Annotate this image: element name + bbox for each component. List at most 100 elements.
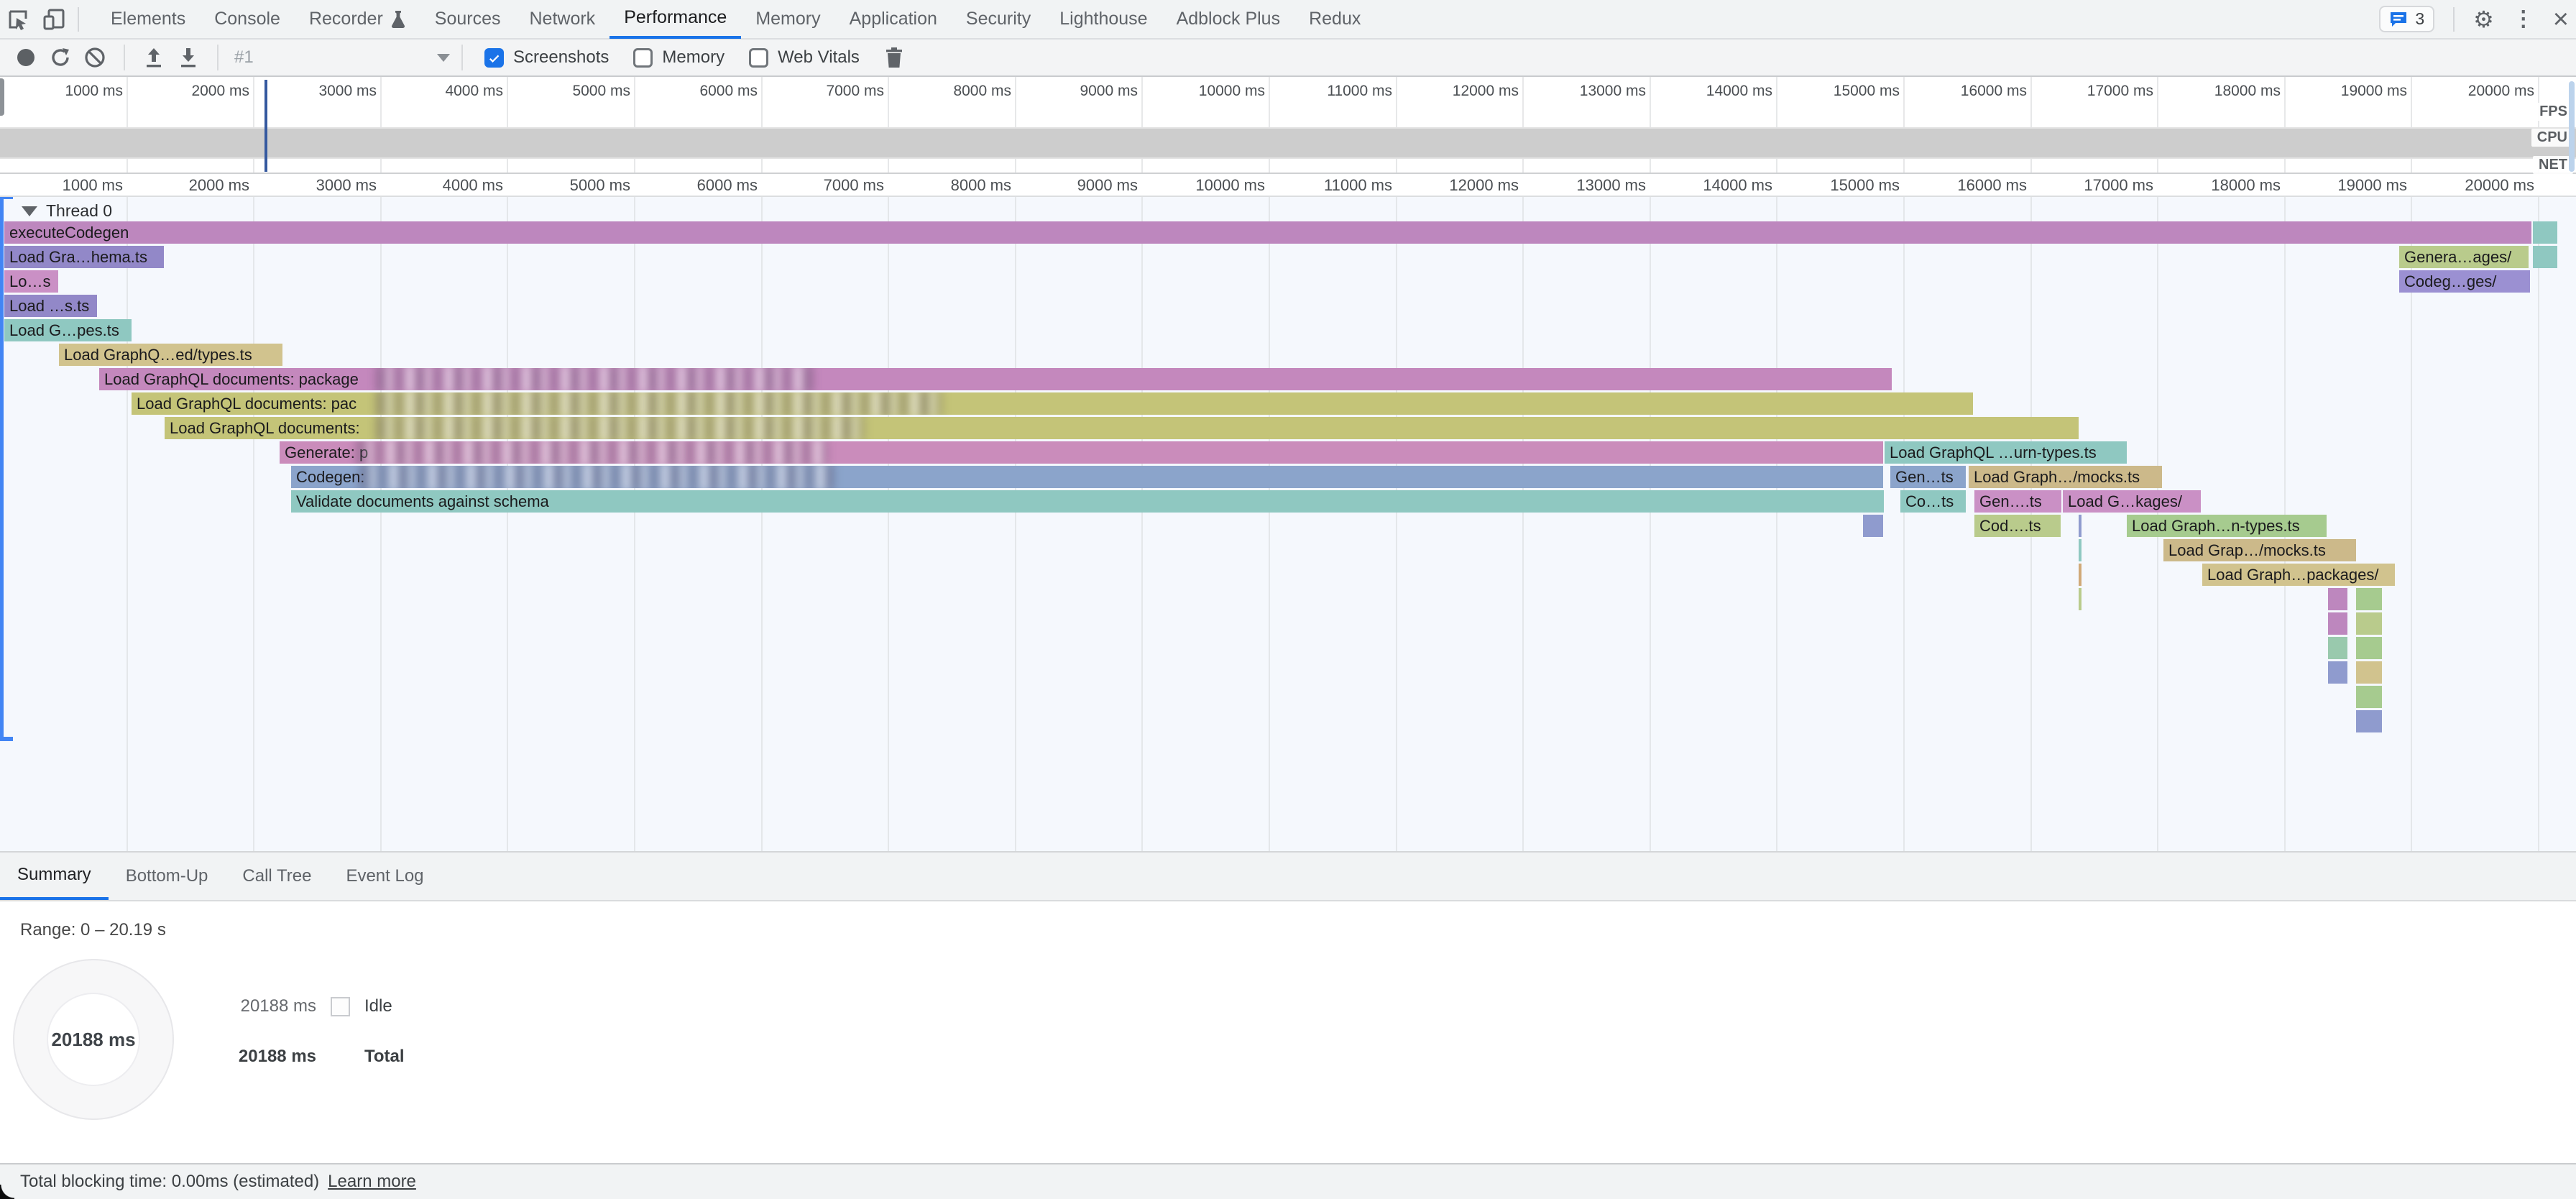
tab-redux[interactable]: Redux bbox=[1294, 0, 1375, 39]
flame-event[interactable] bbox=[2356, 661, 2382, 684]
flame-event[interactable]: Generate: p bbox=[280, 441, 1883, 464]
tab-recorder[interactable]: Recorder bbox=[295, 0, 420, 39]
garbage-collect-button[interactable] bbox=[877, 40, 911, 75]
flame-event[interactable]: Load GraphQL documents: bbox=[165, 417, 2079, 439]
tab-console[interactable]: Console bbox=[200, 0, 295, 39]
flame-event[interactable]: Load Graph…/mocks.ts bbox=[1969, 466, 2162, 488]
tab-network[interactable]: Network bbox=[515, 0, 610, 39]
flame-event[interactable] bbox=[2356, 588, 2382, 610]
ruler-tick-label: 19000 ms bbox=[2292, 83, 2407, 100]
flame-event[interactable] bbox=[2356, 710, 2382, 732]
ruler-tick-label: 3000 ms bbox=[262, 176, 377, 195]
playhead-marker[interactable] bbox=[264, 80, 267, 172]
flame-event[interactable] bbox=[2079, 564, 2082, 586]
flame-event-label: Cod….ts bbox=[1974, 515, 2061, 537]
flame-event[interactable] bbox=[2079, 515, 2082, 537]
tab-call-tree[interactable]: Call Tree bbox=[225, 853, 328, 900]
upload-icon bbox=[144, 47, 164, 68]
settings-gear-icon[interactable]: ⚙ bbox=[2473, 6, 2494, 33]
learn-more-link[interactable]: Learn more bbox=[328, 1172, 416, 1192]
flame-event[interactable] bbox=[2328, 637, 2347, 659]
total-blocking-time-text: Total blocking time: 0.00ms (estimated) bbox=[20, 1172, 319, 1192]
tab-sources[interactable]: Sources bbox=[420, 0, 515, 39]
flame-event[interactable]: Genera…ages/ bbox=[2399, 246, 2529, 268]
flame-gridline bbox=[1141, 197, 1143, 851]
tab-performance[interactable]: Performance bbox=[610, 0, 741, 39]
load-profile-button[interactable] bbox=[137, 40, 171, 75]
flame-event[interactable] bbox=[2328, 661, 2347, 684]
flame-gridline bbox=[1776, 197, 1777, 851]
inspect-element-button[interactable] bbox=[0, 0, 36, 38]
checkbox-row-screenshots[interactable]: Screenshots bbox=[484, 47, 609, 68]
tab-application[interactable]: Application bbox=[835, 0, 952, 39]
clear-button[interactable] bbox=[78, 40, 112, 75]
chevron-down-icon bbox=[437, 54, 450, 62]
flame-event[interactable]: executeCodegen bbox=[4, 221, 2531, 244]
overview-left-handle[interactable] bbox=[0, 78, 4, 116]
thread-header[interactable]: Thread 0 bbox=[22, 201, 112, 221]
flame-event[interactable]: Load Gra…hema.ts bbox=[4, 246, 164, 268]
flame-event[interactable] bbox=[2356, 637, 2382, 659]
flame-gridline bbox=[253, 197, 254, 851]
flame-event[interactable] bbox=[2328, 588, 2347, 610]
flame-chart[interactable]: Thread 0 executeCodegenLoad Gra…hema.ts G… bbox=[0, 197, 2576, 851]
timeline-overview[interactable]: 1000 ms2000 ms3000 ms4000 ms5000 ms6000 … bbox=[0, 77, 2576, 174]
flame-event[interactable] bbox=[2079, 539, 2082, 561]
ruler-tick-label: 8000 ms bbox=[896, 83, 1011, 100]
flame-event[interactable]: Load G…pes.ts bbox=[4, 319, 132, 341]
flame-event[interactable]: Load Graph…packages/ bbox=[2202, 564, 2395, 586]
flame-event[interactable]: Co…ts bbox=[1900, 490, 1966, 513]
flame-event[interactable] bbox=[1863, 515, 1883, 537]
flame-event[interactable]: Codeg…ges/ bbox=[2399, 270, 2530, 293]
kebab-menu-icon[interactable]: ⋮ bbox=[2507, 6, 2540, 32]
flame-event-label: Load GraphQ…ed/types.ts bbox=[59, 344, 282, 366]
flame-event[interactable]: Load Graph…n-types.ts bbox=[2127, 515, 2327, 537]
history-dropdown[interactable]: #1 bbox=[234, 47, 450, 68]
flame-event[interactable]: Load GraphQ…ed/types.ts bbox=[59, 344, 282, 366]
device-toolbar-button[interactable] bbox=[36, 0, 72, 38]
flame-event-label: Load Gra…hema.ts bbox=[4, 246, 164, 268]
flame-event[interactable]: Load …s.ts bbox=[4, 295, 97, 317]
flame-event[interactable] bbox=[2533, 246, 2557, 268]
tab-label: Sources bbox=[435, 9, 501, 29]
flame-event[interactable] bbox=[2533, 221, 2557, 244]
flame-event[interactable]: Load GraphQL …urn-types.ts bbox=[1885, 441, 2127, 464]
tab-summary[interactable]: Summary bbox=[0, 853, 109, 900]
flame-event[interactable] bbox=[2356, 686, 2382, 708]
checkbox-row-web-vitals[interactable]: Web Vitals bbox=[749, 47, 860, 68]
summary-donut-chart: 20188 ms bbox=[13, 959, 174, 1120]
flame-event[interactable]: Codegen: bbox=[291, 466, 1883, 488]
tab-elements[interactable]: Elements bbox=[96, 0, 200, 39]
flame-event[interactable]: Cod….ts bbox=[1974, 515, 2061, 537]
flame-event[interactable]: Load G…kages/ bbox=[2063, 490, 2201, 513]
flame-event[interactable] bbox=[2079, 588, 2082, 610]
flame-event[interactable] bbox=[2328, 612, 2347, 635]
flame-event[interactable]: Gen….ts bbox=[1974, 490, 2061, 513]
flame-event[interactable] bbox=[2356, 612, 2382, 635]
flame-event[interactable]: Validate documents against schema bbox=[291, 490, 1884, 513]
close-icon[interactable]: × bbox=[2553, 9, 2569, 30]
tab-security[interactable]: Security bbox=[952, 0, 1045, 39]
screenshots-checkbox[interactable] bbox=[484, 48, 504, 68]
flame-event[interactable]: Gen…ts bbox=[1890, 466, 1966, 488]
thread-label: Thread 0 bbox=[46, 201, 112, 221]
issues-badge[interactable]: 3 bbox=[2379, 6, 2434, 32]
overview-right-handle[interactable] bbox=[2569, 81, 2575, 172]
save-profile-button[interactable] bbox=[171, 40, 206, 75]
status-bar: Total blocking time: 0.00ms (estimated) … bbox=[0, 1163, 2576, 1199]
tab-bottom-up[interactable]: Bottom-Up bbox=[109, 853, 226, 900]
tab-lighthouse[interactable]: Lighthouse bbox=[1045, 0, 1162, 39]
memory-checkbox[interactable] bbox=[633, 48, 653, 68]
flame-event[interactable]: Load Grap…/mocks.ts bbox=[2163, 539, 2356, 561]
ruler-tick-label: 5000 ms bbox=[515, 176, 630, 195]
flame-event[interactable]: Load GraphQL documents: pac bbox=[132, 392, 1973, 415]
tab-memory[interactable]: Memory bbox=[741, 0, 834, 39]
reload-and-record-button[interactable] bbox=[43, 40, 78, 75]
ruler-tick-label: 7000 ms bbox=[769, 83, 884, 100]
record-button[interactable] bbox=[9, 40, 43, 75]
web-vitals-checkbox[interactable] bbox=[749, 48, 768, 68]
tab-adblock-plus[interactable]: Adblock Plus bbox=[1162, 0, 1295, 39]
tab-event-log[interactable]: Event Log bbox=[328, 853, 441, 900]
checkbox-row-memory[interactable]: Memory bbox=[633, 47, 724, 68]
flame-event[interactable]: Load GraphQL documents: package bbox=[99, 368, 1892, 390]
